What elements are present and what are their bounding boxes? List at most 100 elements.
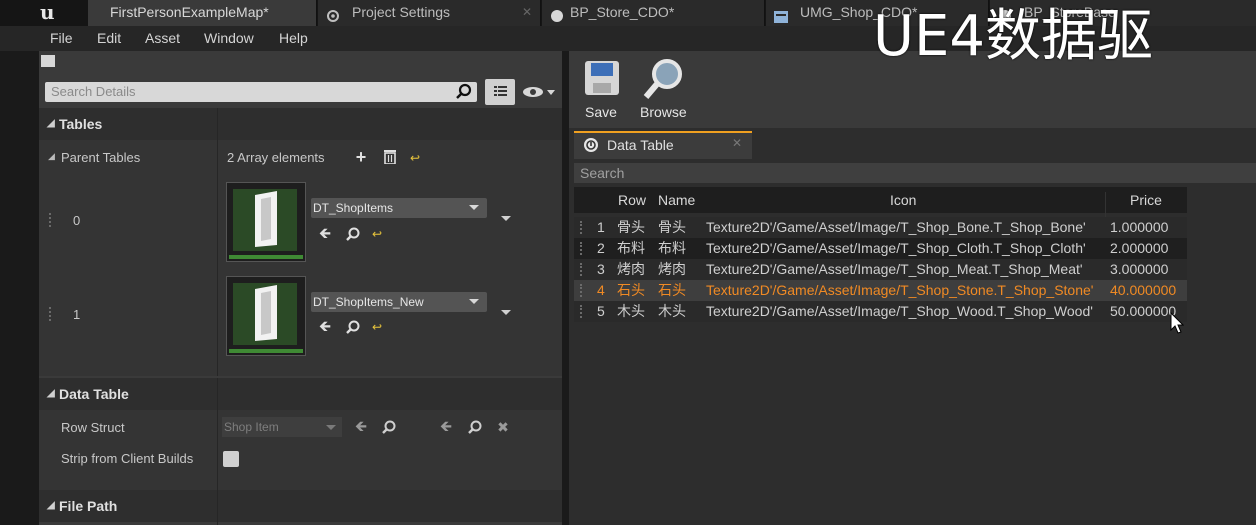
price-cell[interactable]: 40.000000 [1110,280,1176,301]
tab-project-settings[interactable]: Project Settings ✕ [318,0,541,26]
name-cell[interactable]: 木头 [658,301,686,322]
close-icon[interactable]: ✕ [732,136,742,150]
icon-cell[interactable]: Texture2D'/Game/Asset/Image/T_Shop_Wood.… [706,301,1093,322]
tab-bp-store-cdo[interactable]: BP_Store_CDO* [542,0,765,26]
table-row[interactable]: 3 烤肉 烤肉 Texture2D'/Game/Asset/Image/T_Shop_… [574,259,1187,280]
widget-icon [774,6,788,23]
column-splitter[interactable] [217,490,218,525]
browse-asset-icon[interactable] [345,319,361,335]
icon-cell[interactable]: Texture2D'/Game/Asset/Image/T_Shop_Meat.… [706,259,1083,280]
drag-handle-icon[interactable] [49,307,57,321]
reset-to-default-icon[interactable]: ↩ [369,226,385,242]
column-header-price[interactable]: Price [1130,192,1162,208]
asset-picker-combo[interactable]: DT_ShopItems [311,198,487,218]
property-matrix-button[interactable] [485,79,515,105]
menu-file[interactable]: File [50,26,73,51]
add-element-icon[interactable]: + [353,148,369,166]
row-name-cell[interactable]: 骨头 [617,217,645,238]
row-struct-label: Row Struct [61,420,125,435]
row-number: 2 [597,240,605,256]
tab-label: Data Table [607,137,674,153]
use-selected-icon[interactable]: 🡸 [353,419,369,435]
price-cell[interactable]: 3.000000 [1110,259,1168,280]
browse-icon[interactable] [381,419,397,435]
clear-icon[interactable]: ✖ [495,419,511,435]
use-selected-icon[interactable]: 🡸 [438,419,454,435]
save-button[interactable]: Save [581,57,623,123]
drag-handle-icon[interactable] [580,221,586,234]
strip-client-builds-checkbox[interactable] [223,451,239,467]
category-tables[interactable]: ◢ Tables [39,108,562,140]
drag-handle-icon[interactable] [580,284,586,297]
icon-cell[interactable]: Texture2D'/Game/Asset/Image/T_Shop_Stone… [706,280,1093,301]
icon-cell[interactable]: Texture2D'/Game/Asset/Image/T_Shop_Cloth… [706,238,1086,259]
thumbnail-image [233,189,297,251]
column-splitter[interactable] [217,108,218,376]
data-table-icon [583,137,599,156]
data-table-search-input[interactable]: Search [574,163,1256,183]
table-header: Row Name Icon Price [574,187,1187,218]
drag-handle-icon[interactable] [49,213,57,227]
column-header-name[interactable]: Name [658,192,695,208]
menu-asset[interactable]: Asset [145,26,180,51]
asset-picker-combo[interactable]: DT_ShopItems_New [311,292,487,312]
expand-triangle-icon[interactable]: ◢ [48,151,55,162]
settings-icon [326,6,339,22]
row-name-cell[interactable]: 烤肉 [617,259,645,280]
column-divider[interactable] [1105,192,1106,218]
close-icon[interactable]: ✕ [522,0,532,24]
icon-cell[interactable]: Texture2D'/Game/Asset/Image/T_Shop_Bone.… [706,217,1086,238]
drag-handle-icon[interactable] [580,305,586,318]
browse-button[interactable]: Browse [639,57,691,123]
delete-all-icon[interactable] [382,149,398,165]
menu-help[interactable]: Help [279,26,308,51]
asset-thumbnail[interactable] [226,276,306,356]
column-header-icon[interactable]: Icon [890,192,916,208]
asset-thumbnail[interactable] [226,182,306,262]
drag-handle-icon[interactable] [580,242,586,255]
element-options-icon[interactable] [501,310,511,315]
table-row[interactable]: 4 石头 石头 Texture2D'/Game/Asset/Image/T_Shop_… [574,280,1187,301]
row-struct-combo[interactable]: Shop Item [222,417,342,437]
tab-firstpersonexamplemap[interactable]: FirstPersonExampleMap* [88,0,317,26]
menu-edit[interactable]: Edit [97,26,121,51]
element-options-icon[interactable] [501,216,511,221]
row-name-cell[interactable]: 木头 [617,301,645,322]
tab-label: FirstPersonExampleMap* [110,4,269,20]
collapse-triangle-icon: ◢ [47,500,55,511]
search-icon [455,83,473,101]
reset-to-default-icon[interactable]: ↩ [407,150,423,166]
collapse-triangle-icon: ◢ [47,388,55,399]
price-cell[interactable]: 50.000000 [1110,301,1176,322]
use-selected-asset-icon[interactable]: 🡸 [317,319,333,335]
name-cell[interactable]: 烤肉 [658,259,686,280]
category-data-table[interactable]: ◢ Data Table [39,378,562,410]
table-row[interactable]: 1 骨头 骨头 Texture2D'/Game/Asset/Image/T_Shop_… [574,217,1187,238]
row-number: 3 [597,261,605,277]
name-cell[interactable]: 布料 [658,238,686,259]
use-selected-asset-icon[interactable]: 🡸 [317,226,333,242]
browse-icon[interactable] [467,419,483,435]
reset-to-default-icon[interactable]: ↩ [369,319,385,335]
drag-handle-icon[interactable] [580,263,586,276]
view-options-button[interactable] [521,84,557,100]
details-tab-icon [41,55,55,67]
name-cell[interactable]: 骨头 [658,217,686,238]
category-file-path[interactable]: ◢ File Path [39,490,562,522]
row-name-cell[interactable]: 石头 [617,280,645,301]
unreal-logo-icon[interactable]: u [40,1,66,23]
table-row[interactable]: 5 木头 木头 Texture2D'/Game/Asset/Image/T_Shop_… [574,301,1187,322]
table-row[interactable]: 2 布料 布料 Texture2D'/Game/Asset/Image/T_Shop_… [574,238,1187,259]
collapse-triangle-icon: ◢ [47,118,55,129]
price-cell[interactable]: 2.000000 [1110,238,1168,259]
column-splitter[interactable] [217,378,218,492]
dropdown-arrow-icon [326,425,336,430]
column-header-row[interactable]: Row [618,192,646,208]
tab-data-table[interactable]: Data Table ✕ [574,131,752,159]
menu-window[interactable]: Window [204,26,254,51]
search-details-input[interactable]: Search Details [45,82,477,102]
price-cell[interactable]: 1.000000 [1110,217,1168,238]
name-cell[interactable]: 石头 [658,280,686,301]
row-name-cell[interactable]: 布料 [617,238,645,259]
browse-asset-icon[interactable] [345,226,361,242]
